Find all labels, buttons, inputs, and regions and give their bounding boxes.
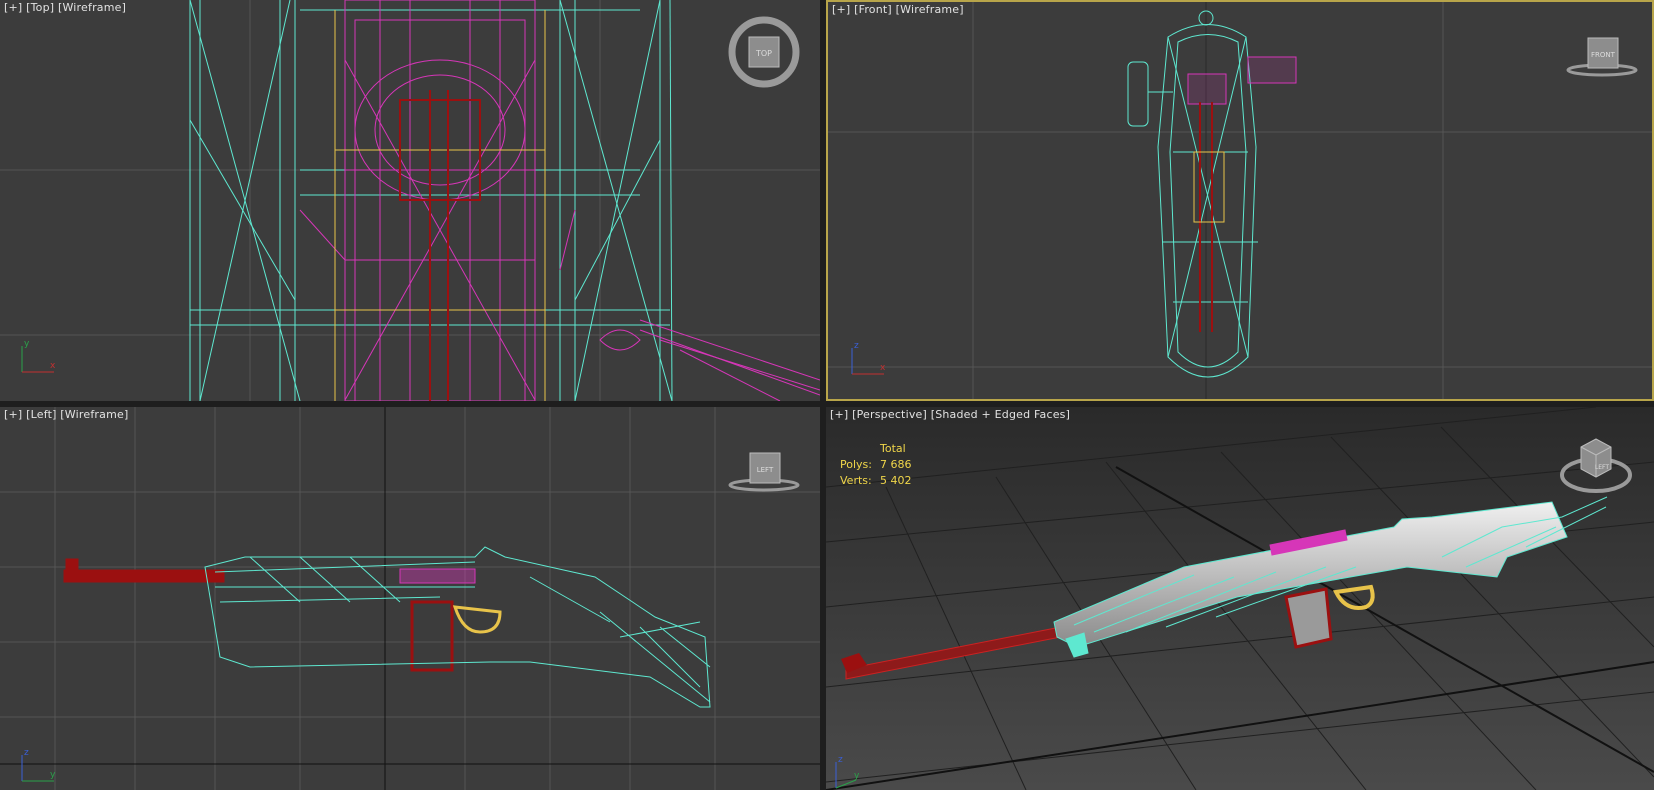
stats-verts-row: Verts: 5 402	[840, 473, 912, 489]
viewport-perspective[interactable]: [+] [Perspective] [Shaded + Edged Faces]…	[826, 407, 1654, 790]
viewcube-perspective[interactable]: LEFT	[1556, 429, 1636, 501]
viewcube-label: TOP	[755, 49, 772, 58]
axis-tripod-icon: z x	[851, 341, 886, 375]
stats-header: Total	[880, 442, 906, 455]
viewport-perspective-label: [+] [Perspective] [Shaded + Edged Faces]	[830, 408, 1070, 421]
viewport-menu-button[interactable]: [+]	[830, 408, 848, 421]
viewcube-top[interactable]: TOP	[728, 16, 800, 88]
polys-value: 7 686	[880, 458, 912, 471]
shading-mode-label[interactable]: [Wireframe]	[58, 1, 126, 14]
svg-text:z: z	[854, 341, 859, 351]
verts-label: Verts:	[840, 474, 872, 487]
shading-mode-label[interactable]: [Wireframe]	[896, 3, 964, 16]
viewport-front[interactable]: [+] [Front] [Wireframe] FRONT z x	[826, 0, 1654, 401]
viewcube-left[interactable]: LEFT	[726, 445, 802, 495]
viewcube-label: LEFT	[1595, 464, 1609, 471]
shading-mode-label[interactable]: [Shaded + Edged Faces]	[931, 408, 1070, 421]
shading-mode-label[interactable]: [Wireframe]	[60, 408, 128, 421]
viewcube-label: FRONT	[1591, 51, 1616, 59]
svg-text:x: x	[880, 363, 886, 373]
viewcube-label: LEFT	[757, 466, 774, 474]
axis-tripod-icon: z y	[835, 755, 860, 789]
svg-text:z: z	[838, 755, 843, 765]
stats-polys-row: Polys: 7 686	[840, 457, 912, 473]
view-mode-label[interactable]: [Left]	[26, 408, 56, 421]
svg-text:y: y	[50, 770, 56, 780]
viewport-front-label: [+] [Front] [Wireframe]	[832, 3, 964, 16]
front-wireframe-scene	[828, 2, 1652, 399]
svg-text:y: y	[24, 339, 30, 349]
viewport-left-label: [+] [Left] [Wireframe]	[4, 408, 128, 421]
verts-value: 5 402	[880, 474, 912, 487]
axis-tripod-icon: z y	[21, 748, 56, 782]
view-mode-label[interactable]: [Top]	[26, 1, 54, 14]
viewport-menu-button[interactable]: [+]	[4, 408, 22, 421]
svg-text:x: x	[50, 361, 56, 371]
perspective-shaded-scene	[826, 407, 1654, 790]
viewport-top[interactable]: [+] [Top] [Wireframe] TOP y x	[0, 0, 820, 401]
view-mode-label[interactable]: [Front]	[854, 3, 892, 16]
viewport-top-label: [+] [Top] [Wireframe]	[4, 1, 126, 14]
viewcube-front[interactable]: FRONT	[1564, 30, 1640, 80]
viewport-left[interactable]: [+] [Left] [Wireframe] LEFT z y	[0, 407, 820, 790]
top-wireframe-scene	[0, 0, 820, 401]
left-wireframe-scene	[0, 407, 820, 790]
svg-text:y: y	[854, 771, 860, 781]
view-mode-label[interactable]: [Perspective]	[852, 408, 927, 421]
viewport-menu-button[interactable]: [+]	[4, 1, 22, 14]
scene-statistics: Total Polys: 7 686 Verts: 5 402	[840, 441, 912, 489]
polys-label: Polys:	[840, 458, 872, 471]
axis-tripod-icon: y x	[21, 339, 56, 373]
viewport-menu-button[interactable]: [+]	[832, 3, 850, 16]
svg-text:z: z	[24, 748, 29, 758]
